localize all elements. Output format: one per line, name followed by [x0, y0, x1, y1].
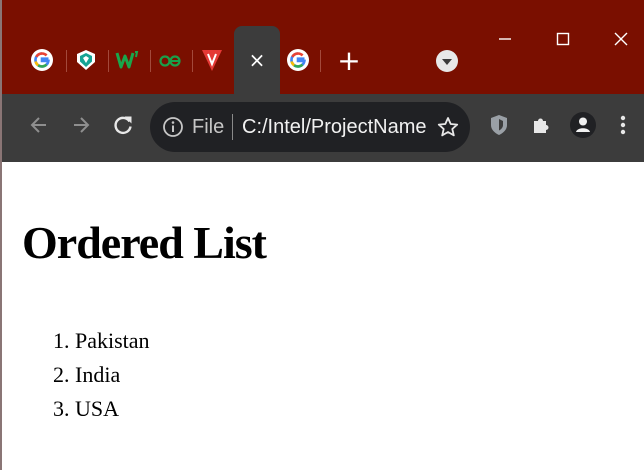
puzzle-icon — [534, 118, 549, 133]
tab-separator — [192, 50, 193, 72]
toolbar: File C:/Intel/ProjectName... — [2, 94, 644, 162]
tab-separator — [66, 50, 67, 72]
shield-extension-icon — [491, 115, 507, 135]
tab-ae[interactable] — [152, 40, 188, 80]
google-g-icon — [31, 49, 53, 71]
address-bar[interactable]: File C:/Intel/ProjectName... — [150, 102, 470, 152]
google-g-icon — [287, 49, 309, 71]
tab-separator — [108, 50, 109, 72]
shield-extension-button[interactable] — [482, 108, 516, 142]
star-icon — [437, 117, 459, 137]
tab-w[interactable] — [110, 40, 146, 80]
close-tab-button[interactable]: × — [234, 40, 280, 80]
page-content: Ordered List 1. Pakistan 2. India 3. USA — [2, 162, 644, 470]
chevron-down-icon — [436, 50, 458, 72]
close-icon — [614, 32, 628, 46]
list-item: 3. USA — [53, 396, 120, 421]
arrow-right-icon — [74, 117, 90, 133]
extensions-button[interactable] — [524, 108, 558, 142]
tab-google[interactable] — [24, 40, 60, 80]
maximize-icon — [556, 32, 570, 46]
profile-icon — [570, 112, 596, 138]
menu-button[interactable] — [606, 108, 640, 142]
info-icon[interactable] — [162, 116, 184, 138]
reload-icon — [114, 116, 132, 135]
minimize-icon — [499, 38, 511, 40]
shield-gem-icon — [77, 50, 95, 70]
forward-button[interactable] — [64, 108, 98, 142]
tab-strip: × + — [2, 0, 644, 94]
v-triangle-icon — [202, 50, 222, 71]
url-text[interactable]: C:/Intel/ProjectName... — [242, 114, 426, 140]
kebab-menu-icon — [620, 115, 626, 135]
list-item: 1. Pakistan — [53, 328, 150, 353]
tab-v[interactable] — [194, 40, 230, 80]
w-letter-icon — [115, 51, 139, 69]
browser-window: × + File C:/Intel/ProjectName... Ordered… — [0, 0, 644, 470]
profile-button[interactable] — [566, 108, 600, 142]
scheme-label: File — [192, 116, 225, 138]
list-item: 2. India — [53, 362, 121, 387]
tab-separator — [320, 50, 321, 72]
tab-search-button[interactable] — [434, 48, 460, 74]
back-button[interactable] — [22, 108, 56, 142]
bookmark-star-button[interactable] — [434, 113, 462, 141]
new-tab-button[interactable]: + — [332, 40, 366, 80]
minimize-button[interactable] — [482, 24, 528, 54]
maximize-button[interactable] — [540, 24, 586, 54]
ae-ligature-icon — [159, 55, 181, 67]
omnibox-separator — [232, 114, 233, 140]
close-window-button[interactable] — [598, 24, 644, 54]
ordered-list: 1. Pakistan 2. India 3. USA — [53, 324, 150, 426]
tab-google-2[interactable] — [280, 40, 316, 80]
tab-shield[interactable] — [68, 40, 104, 80]
page-heading: Ordered List — [22, 217, 267, 268]
arrow-left-icon — [30, 117, 46, 133]
reload-button[interactable] — [106, 108, 140, 142]
tab-separator — [150, 50, 151, 72]
